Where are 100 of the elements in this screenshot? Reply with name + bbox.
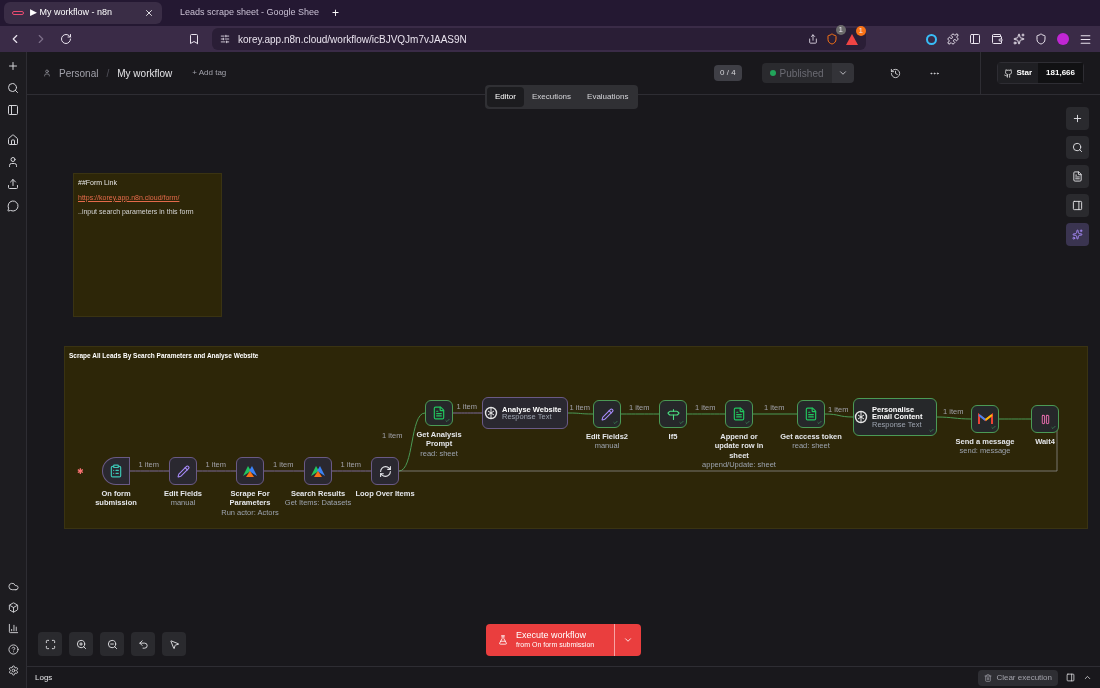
- box-icon[interactable]: [7, 602, 19, 613]
- pause-icon: [1039, 413, 1051, 425]
- workflow-node[interactable]: [102, 457, 130, 485]
- check-icon: [613, 420, 618, 425]
- triangle-logo-icon: [242, 464, 258, 478]
- knot-logo-icon: [484, 406, 498, 420]
- reload-icon[interactable]: [60, 33, 72, 45]
- workflow-node[interactable]: [659, 400, 687, 428]
- spreadsheet-icon: [732, 407, 746, 421]
- count-badge: 1: [855, 25, 866, 36]
- new-tab-button[interactable]: +: [328, 4, 343, 22]
- settings-icon[interactable]: [7, 665, 19, 676]
- workflow-node[interactable]: [797, 400, 825, 428]
- count-badge: 1: [835, 25, 846, 35]
- workflow-node[interactable]: [425, 400, 453, 426]
- user-icon[interactable]: [7, 156, 19, 168]
- check-icon: [929, 428, 934, 433]
- browser-tab[interactable]: ▶ My workflow - n8n: [4, 2, 162, 24]
- zoom-in-icon: [75, 638, 87, 650]
- workflow-node[interactable]: [593, 400, 621, 428]
- check-icon: [445, 418, 450, 423]
- site-settings-icon: [220, 34, 230, 44]
- wallet-icon[interactable]: [991, 33, 1003, 45]
- spreadsheet-icon: [432, 406, 446, 420]
- browser-tab[interactable]: Leads scrape sheet - Google Shee: [166, 2, 324, 24]
- check-icon: [1051, 425, 1056, 430]
- puzzle-icon[interactable]: [947, 33, 959, 45]
- github-star-button[interactable]: Star: [997, 63, 1039, 83]
- sparkle-icon: [1072, 229, 1083, 240]
- pencil-icon: [600, 407, 614, 421]
- canvas-control-button[interactable]: [131, 632, 155, 656]
- canvas-tool-button[interactable]: [1066, 165, 1089, 188]
- form-icon: [109, 464, 123, 478]
- loop-icon: [378, 464, 392, 478]
- workflow-node[interactable]: [725, 400, 753, 428]
- view-tab[interactable]: Evaluations: [579, 87, 637, 107]
- view-tab[interactable]: Executions: [523, 87, 580, 107]
- canvas-tool-button[interactable]: [1066, 194, 1089, 217]
- flask-icon: [498, 635, 508, 645]
- profile-avatar[interactable]: [1057, 33, 1069, 45]
- workflow-node[interactable]: [371, 457, 399, 485]
- spreadsheet-icon: [804, 407, 818, 421]
- caret-icon: [837, 68, 848, 78]
- workflow-node[interactable]: [304, 457, 332, 485]
- close-icon[interactable]: [144, 8, 154, 18]
- add-icon[interactable]: [7, 60, 19, 72]
- panel-icon[interactable]: [1066, 673, 1075, 682]
- clear-execution-button[interactable]: Clear execution: [978, 669, 1058, 686]
- trigger-marker: ✱: [77, 466, 84, 478]
- logs-label[interactable]: Logs: [35, 671, 53, 684]
- menu-icon[interactable]: [1079, 32, 1092, 46]
- help-icon[interactable]: [7, 644, 19, 655]
- user-icon: [43, 69, 51, 77]
- add-tag-button[interactable]: + Add tag: [192, 67, 227, 79]
- sparkle-icon[interactable]: [1013, 33, 1025, 45]
- cloud-icon[interactable]: [7, 581, 19, 592]
- ring-icon[interactable]: [926, 33, 937, 45]
- workflow-node[interactable]: [971, 405, 999, 433]
- panel-icon[interactable]: [7, 104, 19, 116]
- undo-icon: [137, 638, 149, 650]
- breadcrumb-link[interactable]: Personal: [59, 65, 99, 81]
- canvas-control-button[interactable]: [38, 632, 62, 656]
- expand-icon[interactable]: [1083, 673, 1092, 682]
- triangle-icon[interactable]: [846, 33, 858, 45]
- separator: /: [106, 66, 110, 81]
- fit-view-icon: [44, 638, 56, 650]
- address-bar[interactable]: korey.app.n8n.cloud/workflow/icBJVQJm7vJAAS9N 1 1: [212, 28, 866, 50]
- chart-icon[interactable]: [7, 623, 19, 634]
- chat-icon[interactable]: [7, 200, 19, 212]
- panel-icon[interactable]: [969, 33, 981, 45]
- check-icon: [817, 420, 822, 425]
- share-icon[interactable]: [7, 178, 19, 190]
- workflow-node[interactable]: [236, 457, 264, 485]
- workflow-name[interactable]: My workflow: [117, 65, 173, 81]
- knot-logo-icon: [854, 410, 868, 424]
- canvas-tool-button[interactable]: [1066, 107, 1089, 130]
- canvas-control-button[interactable]: [69, 632, 93, 656]
- canvas-control-button[interactable]: [100, 632, 124, 656]
- panel-icon: [1072, 200, 1083, 211]
- caret-icon: [623, 635, 633, 645]
- bookmark-icon[interactable]: [188, 33, 200, 45]
- canvas-tool-button[interactable]: [1066, 136, 1089, 159]
- workflow-node[interactable]: [1031, 405, 1059, 433]
- signpost-icon: [666, 407, 680, 421]
- add-icon: [1072, 113, 1083, 124]
- canvas-control-button[interactable]: [162, 632, 186, 656]
- shield-icon[interactable]: [826, 33, 838, 45]
- github-icon: [1003, 68, 1013, 78]
- search-icon[interactable]: [7, 82, 19, 94]
- history-icon[interactable]: [889, 67, 901, 79]
- mail-logo-icon: [977, 413, 993, 425]
- home-icon[interactable]: [7, 134, 19, 146]
- triangle-logo-icon: [310, 464, 326, 478]
- workflow-node[interactable]: [169, 457, 197, 485]
- zoom-out-icon: [106, 638, 118, 650]
- view-tab[interactable]: Editor: [487, 87, 524, 107]
- trash-icon: [984, 673, 993, 682]
- share-icon[interactable]: [808, 34, 818, 44]
- search-icon: [1072, 142, 1083, 153]
- pencil-icon: [176, 464, 190, 478]
